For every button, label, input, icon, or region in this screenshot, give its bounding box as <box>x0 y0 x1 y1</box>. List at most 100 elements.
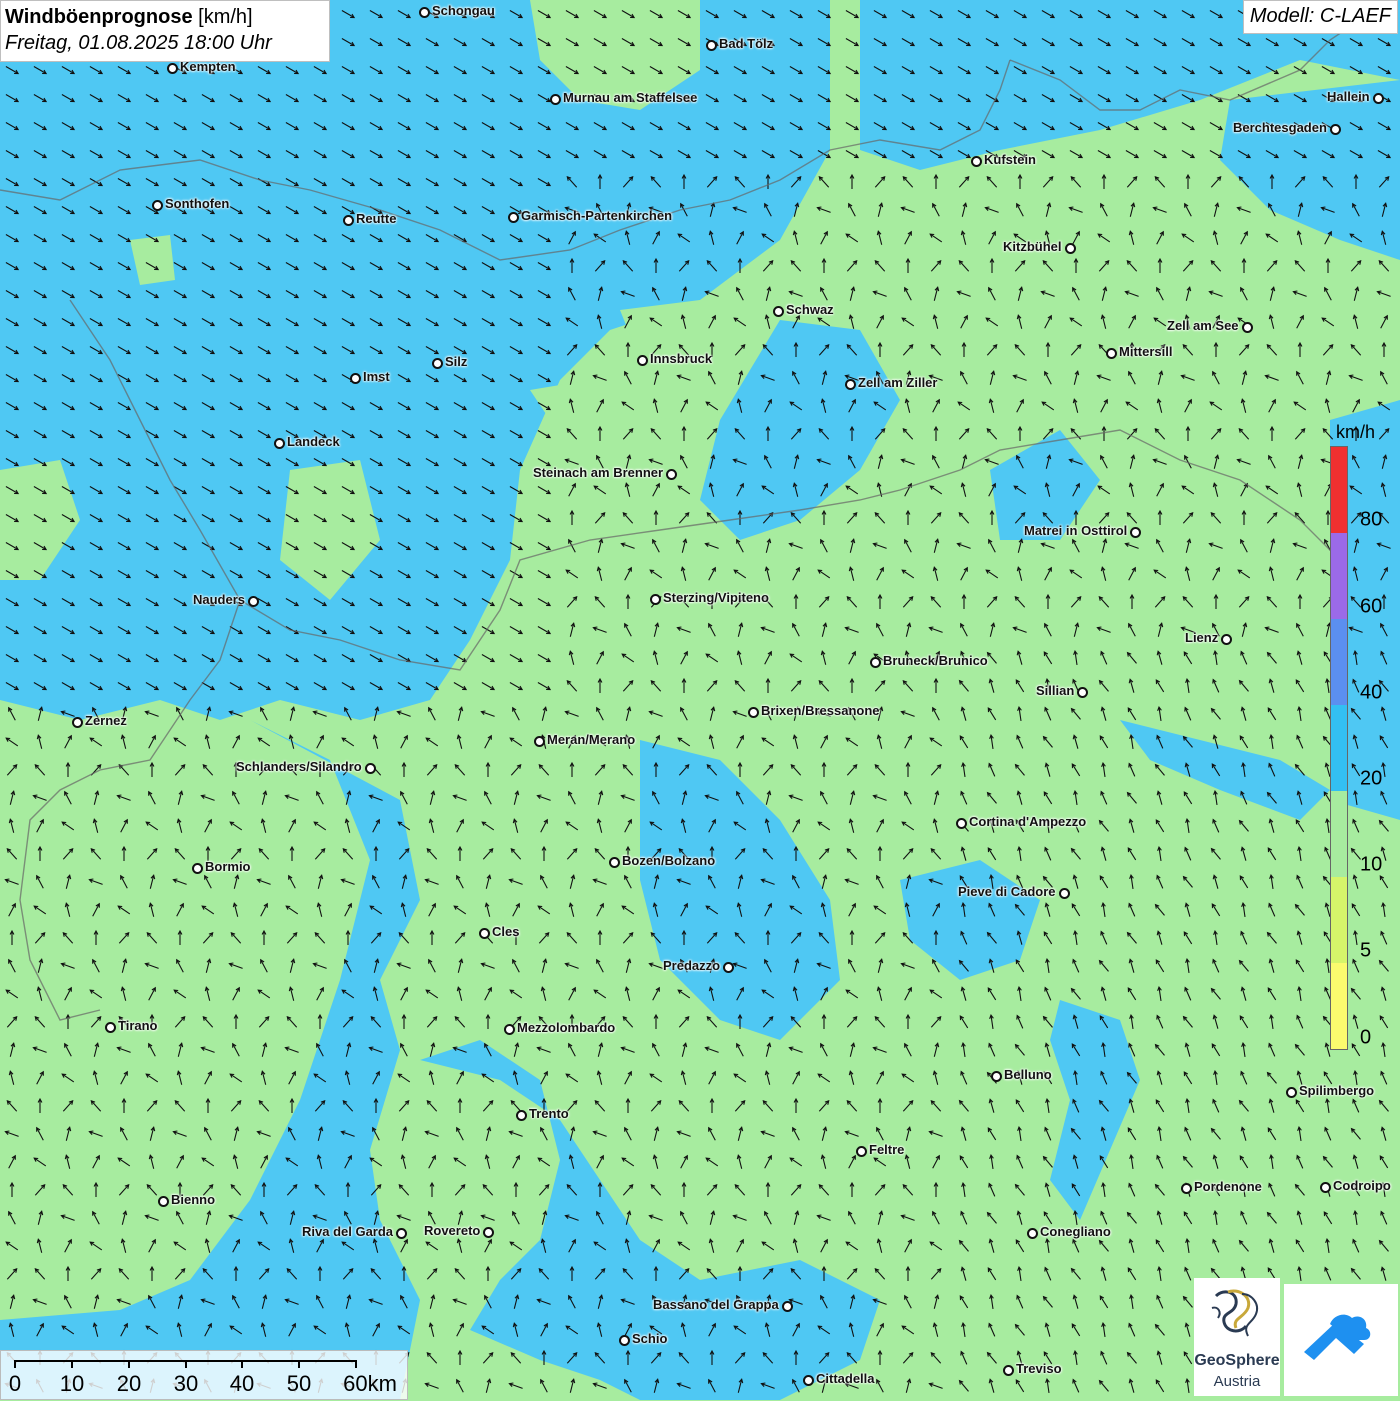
city-label: Tirano <box>118 1018 158 1033</box>
city-label: Innsbruck <box>650 351 713 366</box>
city-marker-icon <box>609 857 620 868</box>
city-marker-icon <box>1320 1182 1331 1193</box>
legend-segment <box>1331 963 1347 1049</box>
weather-app-logo[interactable] <box>1284 1284 1398 1396</box>
city-marker-icon <box>1003 1365 1014 1376</box>
city-label: Landeck <box>287 434 340 449</box>
legend-label: 40 <box>1360 681 1383 704</box>
model-label: Modell: C-LAEF <box>1242 0 1398 34</box>
city-marker-icon <box>167 63 178 74</box>
city-marker-icon <box>105 1022 116 1033</box>
city-marker-icon <box>516 1110 527 1121</box>
city-label: Schlanders/Silandro <box>236 759 362 774</box>
city-marker-icon <box>350 373 361 384</box>
map-title-text: Windböenprognose <box>5 6 193 28</box>
city-label: Lienz <box>1185 630 1219 645</box>
city-marker-icon <box>1242 322 1253 333</box>
geosphere-logo-line1: GeoSphere <box>1194 1352 1280 1369</box>
scale-tick <box>355 1360 357 1368</box>
legend-label: 0 <box>1360 1026 1372 1049</box>
city-label: Codroipo <box>1333 1178 1391 1193</box>
city-marker-icon <box>550 94 561 105</box>
city-label: Feltre <box>869 1142 905 1157</box>
city-label: Schwaz <box>786 302 834 317</box>
city-label: Kufstein <box>984 152 1036 167</box>
city-label: Zell am Ziller <box>858 375 938 390</box>
city-marker-icon <box>158 1196 169 1207</box>
city-marker-icon <box>1130 527 1141 538</box>
city-label: Cittadella <box>816 1371 875 1386</box>
legend-label: 60 <box>1360 595 1383 618</box>
city-marker-icon <box>1027 1228 1038 1239</box>
city-marker-icon <box>782 1301 793 1312</box>
city-marker-icon <box>534 736 545 747</box>
map-title-unit: [km/h] <box>198 6 253 28</box>
city-marker-icon <box>1221 634 1232 645</box>
legend-segment <box>1331 447 1347 533</box>
city-marker-icon <box>479 928 490 939</box>
city-label: Matrei in Osttirol <box>1024 523 1128 538</box>
city-label: Kempten <box>180 59 236 74</box>
city-label: Schongau <box>432 3 495 18</box>
city-marker-icon <box>637 355 648 366</box>
city-label: Zernez <box>85 713 127 728</box>
legend-unit: km/h <box>1336 422 1376 442</box>
city-label: Bozen/Bolzano <box>622 853 716 868</box>
city-label: Bad Tölz <box>719 36 774 51</box>
city-marker-icon <box>419 7 430 18</box>
scale-label: 30 <box>173 1371 199 1396</box>
scale-label: 40 <box>229 1371 255 1396</box>
city-label: Sillian <box>1036 683 1075 698</box>
city-label: Berchtesgaden <box>1233 120 1327 135</box>
city-label: Brixen/Bressanone <box>761 703 880 718</box>
city-marker-icon <box>706 40 717 51</box>
city-marker-icon <box>1106 348 1117 359</box>
city-label: Conegliano <box>1040 1224 1111 1239</box>
legend-segment <box>1331 533 1347 619</box>
city-marker-icon <box>1330 124 1341 135</box>
city-label: Predazzo <box>663 958 721 973</box>
legend-segment <box>1331 619 1347 705</box>
city-marker-icon <box>971 156 982 167</box>
city-label: Kitzbühel <box>1003 239 1062 254</box>
city-marker-icon <box>72 717 83 728</box>
forecast-datetime: Freitag, 01.08.2025 18:00 Uhr <box>5 32 272 54</box>
city-label: Cles <box>492 924 520 939</box>
city-label: Meran/Merano <box>547 732 636 747</box>
city-marker-icon <box>773 306 784 317</box>
city-marker-icon <box>1077 687 1088 698</box>
city-label: Bruneck/Brunico <box>883 653 988 668</box>
scale-tick <box>71 1360 73 1368</box>
city-marker-icon <box>1065 243 1076 254</box>
city-label: Zell am See <box>1167 318 1239 333</box>
legend-label: 10 <box>1360 853 1383 876</box>
city-label: Riva del Garda <box>302 1224 394 1239</box>
legend-segment <box>1331 877 1347 963</box>
legend-color-bar <box>1330 446 1348 1050</box>
city-marker-icon <box>1286 1087 1297 1098</box>
city-label: Belluno <box>1004 1067 1052 1082</box>
city-label: Cortina d'Ampezzo <box>969 814 1087 829</box>
city-label: Trento <box>529 1106 569 1121</box>
cloud-arrow-icon <box>1304 1314 1371 1360</box>
geosphere-logo-line2: Austria <box>1213 1373 1261 1390</box>
city-marker-icon <box>504 1024 515 1035</box>
city-marker-icon <box>1181 1183 1192 1194</box>
city-label: Treviso <box>1016 1361 1062 1376</box>
city-label: Nauders <box>193 592 246 607</box>
title-box: Windböenprognose [km/h] Freitag, 01.08.2… <box>0 0 330 62</box>
geosphere-logo[interactable]: GeoSphere Austria <box>1194 1278 1280 1396</box>
legend-label: 20 <box>1360 767 1383 790</box>
city-marker-icon <box>248 596 259 607</box>
city-label: Imst <box>363 369 390 384</box>
scale-tick <box>241 1360 243 1368</box>
color-legend: km/h 80 60 40 20 10 5 0 <box>1326 420 1382 1060</box>
city-label: Steinach am Brenner <box>533 465 664 480</box>
city-marker-icon <box>192 863 203 874</box>
scale-tick <box>14 1360 16 1368</box>
legend-segment <box>1331 705 1347 791</box>
map-title: Windböenprognose [km/h] <box>5 4 329 30</box>
geosphere-mark-icon <box>1211 1289 1258 1337</box>
city-marker-icon <box>956 818 967 829</box>
city-marker-icon <box>1059 888 1070 899</box>
